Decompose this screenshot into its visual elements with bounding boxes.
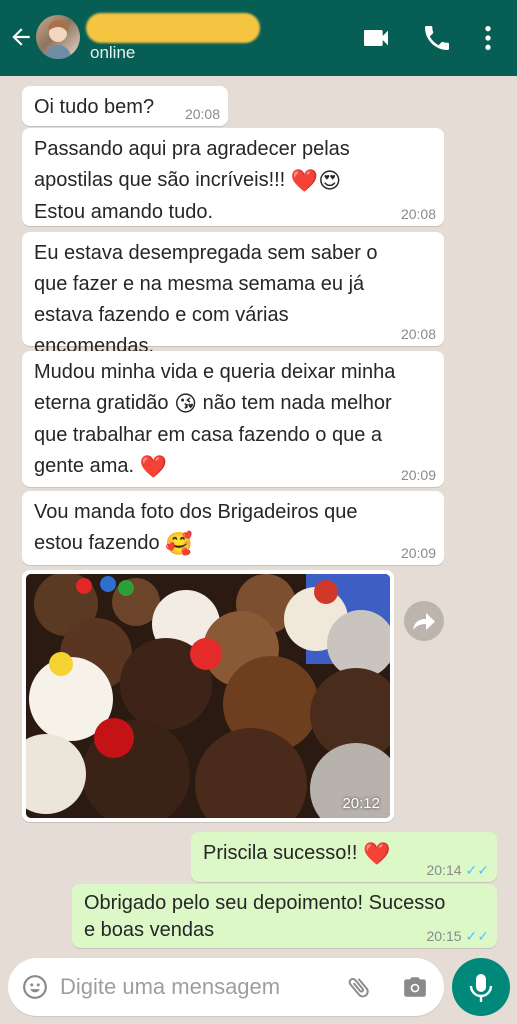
photo-message[interactable]: 20:12 bbox=[22, 570, 394, 822]
message-text: apostilas que são incríveis!!! bbox=[34, 169, 286, 191]
chat-header: online bbox=[0, 0, 517, 76]
message-text: Estou amando tudo. bbox=[34, 201, 214, 223]
message-bubble[interactable]: Vou manda foto dos Brigadeiros que estou… bbox=[22, 491, 444, 565]
heart-emoji: ❤️ bbox=[290, 169, 319, 194]
smiling-hearts-emoji: 🥰 bbox=[165, 532, 193, 557]
message-input[interactable] bbox=[60, 970, 330, 1004]
message-time: 20:15 bbox=[426, 928, 462, 944]
phone-icon[interactable] bbox=[421, 22, 453, 54]
video-call-icon[interactable] bbox=[360, 22, 392, 54]
message-text: eterna gratidão bbox=[34, 392, 169, 414]
message-bubble[interactable]: Eu estava desempregada sem saber o que f… bbox=[22, 232, 444, 357]
contact-status: online bbox=[90, 43, 136, 62]
message-time: 20:09 bbox=[400, 467, 436, 483]
message-text: Mudou minha vida e queria deixar minha bbox=[34, 361, 396, 383]
message-text: estava fazendo e com várias bbox=[34, 304, 289, 326]
forward-button[interactable] bbox=[404, 601, 444, 641]
message-time: 20:08 bbox=[400, 206, 436, 222]
message-bubble[interactable]: Priscila sucesso!! ❤️ 20:14 ✓✓ bbox=[191, 832, 497, 882]
message-time: 20:14 bbox=[426, 862, 462, 878]
voice-message-button[interactable] bbox=[452, 958, 510, 1016]
message-time: 20:08 bbox=[400, 326, 436, 342]
message-bubble[interactable]: Oi tudo bem? 20:08 bbox=[22, 86, 228, 126]
brigadeiros-photo[interactable]: 20:12 bbox=[26, 574, 390, 818]
heart-emoji: ❤️ bbox=[363, 842, 391, 867]
message-text: Passando aqui pra agradecer pelas bbox=[34, 138, 350, 160]
contact-name[interactable] bbox=[86, 13, 260, 43]
message-time: 20:09 bbox=[400, 545, 436, 561]
message-text: que fazer e na mesma semama eu já bbox=[34, 273, 365, 295]
message-composer bbox=[8, 958, 444, 1016]
message-bubble[interactable]: Mudou minha vida e queria deixar minha e… bbox=[22, 351, 444, 487]
kiss-emoji: 😘 bbox=[174, 392, 198, 417]
camera-icon[interactable] bbox=[402, 974, 428, 1000]
message-time: 20:08 bbox=[184, 106, 220, 122]
heart-emoji: ❤️ bbox=[139, 455, 168, 480]
back-arrow-icon[interactable] bbox=[8, 24, 34, 50]
message-text: Obrigado pelo seu depoimento! Sucesso bbox=[84, 892, 446, 914]
message-time: 20:12 bbox=[342, 795, 380, 812]
read-ticks-icon: ✓✓ bbox=[465, 928, 489, 944]
message-text: não tem nada melhor bbox=[202, 392, 392, 414]
brigadeiros-image bbox=[26, 574, 390, 818]
forward-icon bbox=[413, 613, 435, 630]
attach-icon[interactable] bbox=[346, 974, 372, 1000]
message-bubble[interactable]: Passando aqui pra agradecer pelas aposti… bbox=[22, 128, 444, 226]
menu-dots-icon[interactable] bbox=[472, 22, 504, 54]
message-bubble[interactable]: Obrigado pelo seu depoimento! Sucesso e … bbox=[72, 884, 497, 948]
message-text: que trabalhar em casa fazendo o que a bbox=[34, 424, 383, 446]
message-text: estou fazendo bbox=[34, 532, 160, 554]
emoji-icon[interactable] bbox=[22, 974, 48, 1000]
avatar[interactable] bbox=[36, 15, 80, 59]
message-text: Eu estava desempregada sem saber o bbox=[34, 242, 378, 264]
message-text: Vou manda foto dos Brigadeiros que bbox=[34, 501, 358, 523]
read-ticks-icon: ✓✓ bbox=[465, 862, 489, 878]
message-text: gente ama. bbox=[34, 455, 135, 477]
mic-icon bbox=[469, 974, 493, 1002]
message-text: Priscila sucesso!! bbox=[203, 842, 358, 864]
heart-eyes-emoji: 😍 bbox=[318, 169, 342, 194]
